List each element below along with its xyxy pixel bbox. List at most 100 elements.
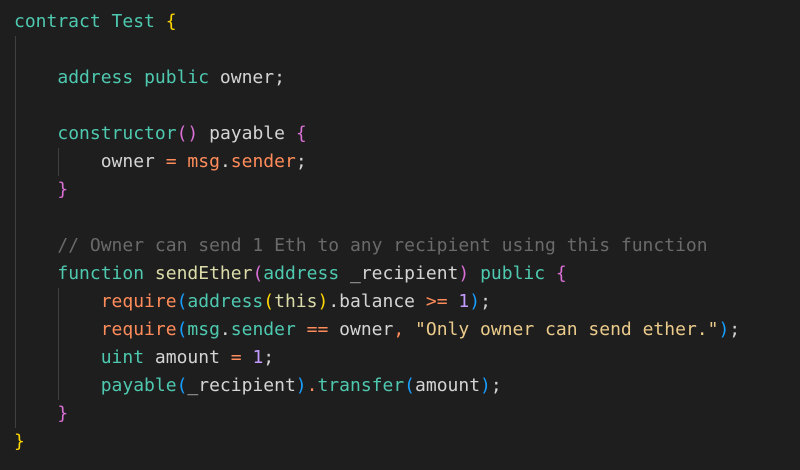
code-token: owner; (219, 67, 285, 88)
code-token: sender (230, 319, 307, 340)
code-token: payable (100, 375, 177, 396)
code-token: 1 (458, 291, 470, 312)
code-token: . (328, 291, 340, 312)
indent-guide (15, 36, 16, 64)
code-token: ( (404, 375, 416, 396)
indentation (14, 403, 57, 424)
code-line[interactable]: function sendEther(address _recipient) p… (14, 260, 800, 288)
code-token: ( (176, 291, 188, 312)
code-line[interactable]: owner = msg.sender; (14, 148, 800, 176)
code-token: address (187, 291, 264, 312)
code-editor[interactable]: contract Test { address public owner; co… (0, 0, 800, 470)
code-token: function (57, 263, 155, 284)
code-token: ; (490, 375, 502, 396)
code-token: ) (718, 319, 730, 340)
code-token: = (230, 347, 253, 368)
code-token: . (219, 319, 231, 340)
code-token: ( (252, 263, 264, 284)
indent-guide (15, 288, 16, 316)
indent-guide (15, 148, 16, 176)
code-token: require (100, 291, 177, 312)
code-line[interactable]: payable(_recipient).transfer(amount); (14, 372, 800, 400)
code-area[interactable]: contract Test { address public owner; co… (14, 8, 800, 456)
code-token: = (165, 151, 188, 172)
code-token: amount (415, 375, 481, 396)
indent-guide (15, 64, 16, 92)
indent-guide (15, 260, 16, 288)
indentation (14, 263, 57, 284)
code-token: ) (469, 291, 481, 312)
code-line[interactable]: require(msg.sender == owner, "Only owner… (14, 316, 800, 344)
code-line[interactable]: require(address(this).balance >= 1); (14, 288, 800, 316)
code-line[interactable] (14, 92, 800, 120)
code-token: contract (14, 11, 112, 32)
code-line[interactable]: constructor() payable { (14, 120, 800, 148)
code-token: msg (187, 151, 220, 172)
code-token: "Only owner can send ether." (415, 319, 719, 340)
code-token: . (219, 151, 231, 172)
code-token: this (274, 291, 318, 312)
code-token: ; (263, 347, 275, 368)
indent-guide (15, 316, 16, 344)
code-token: require (100, 319, 177, 340)
indent-guide (15, 372, 16, 400)
code-token: 1 (252, 347, 264, 368)
code-line[interactable] (14, 36, 800, 64)
indent-guide (58, 372, 60, 400)
indent-guide (15, 232, 16, 260)
code-token: transfer (317, 375, 405, 396)
indent-guide (58, 148, 60, 176)
code-token: } (57, 403, 69, 424)
code-token: () (176, 123, 199, 144)
code-token: constructor (57, 123, 177, 144)
code-token: ; (480, 291, 491, 312)
code-token: } (57, 179, 69, 200)
code-token: address (57, 67, 145, 88)
code-line[interactable]: contract Test { (14, 8, 800, 36)
indent-guide (15, 92, 16, 120)
code-token: . (306, 375, 318, 396)
code-token: _recipient (187, 375, 296, 396)
code-token: ( (263, 291, 275, 312)
code-token: } (14, 431, 25, 452)
code-line[interactable] (14, 204, 800, 232)
code-token: { (555, 263, 567, 284)
code-token: msg (187, 319, 220, 340)
indent-guide (15, 344, 16, 372)
code-token: sender (230, 151, 296, 172)
code-token: , (393, 319, 416, 340)
code-line[interactable]: uint amount = 1; (14, 344, 800, 372)
code-token: ( (176, 375, 188, 396)
code-token: ) (295, 375, 307, 396)
indentation (14, 179, 57, 200)
code-token: // Owner can send 1 Eth to any recipient… (57, 235, 708, 256)
code-token: payable (198, 123, 296, 144)
code-token: >= (425, 291, 459, 312)
code-token: address (263, 263, 350, 284)
indent-guide (58, 288, 60, 316)
code-token: ) (480, 375, 491, 396)
indent-guide (15, 120, 16, 148)
code-token: ) (458, 263, 481, 284)
indent-guide (58, 344, 60, 372)
code-token: ( (176, 319, 188, 340)
code-token: { (165, 11, 177, 32)
code-token: owner (339, 319, 394, 340)
code-token: ) (317, 291, 329, 312)
code-token: == (306, 319, 340, 340)
code-line[interactable]: } (14, 176, 800, 204)
code-token: public (144, 67, 220, 88)
code-token: ; (729, 319, 741, 340)
code-token: { (295, 123, 307, 144)
code-line[interactable]: address public owner; (14, 64, 800, 92)
code-token: uint (100, 347, 155, 368)
indentation (14, 67, 57, 88)
code-token: amount (154, 347, 231, 368)
code-token: owner (100, 151, 166, 172)
code-token: _recipient (350, 263, 459, 284)
code-line[interactable]: // Owner can send 1 Eth to any recipient… (14, 232, 800, 260)
indentation (14, 235, 57, 256)
code-line[interactable]: } (14, 400, 800, 428)
code-token: Test (111, 11, 166, 32)
code-line[interactable]: } (14, 428, 800, 456)
